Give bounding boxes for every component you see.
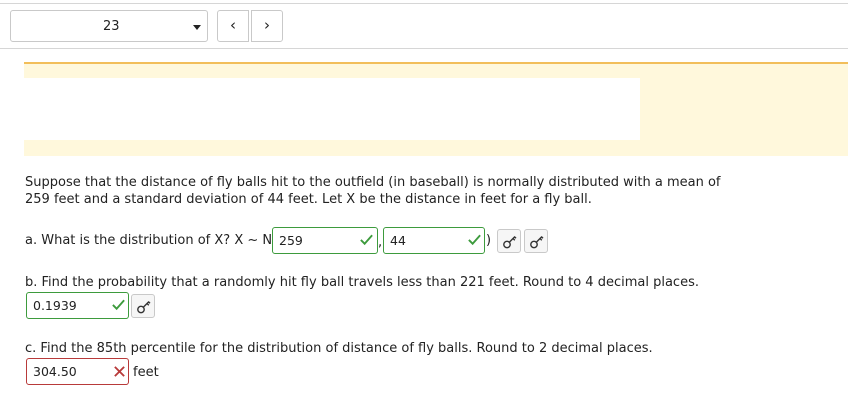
next-question-button[interactable]: › [251, 10, 283, 42]
part-c-prompt: c. Find the 85th percentile for the dist… [25, 341, 653, 356]
question-intro-line-1: Suppose that the distance of fly balls h… [25, 175, 721, 190]
question-number: 23 [103, 19, 120, 34]
part-b-prompt: b. Find the probability that a randomly … [25, 275, 699, 290]
key-button-mean[interactable] [497, 229, 521, 253]
percentile-answer-field[interactable]: 304.50 [26, 358, 129, 385]
dropdown-caret-icon [193, 25, 201, 30]
check-icon [112, 299, 125, 311]
part-a-prompt: a. What is the distribution of X? X ~ N( [25, 233, 278, 248]
percentile-answer-value: 304.50 [33, 364, 77, 379]
question-intro-line-2: 259 feet and a standard deviation of 44 … [25, 192, 592, 207]
key-icon [137, 301, 151, 314]
x-icon [114, 366, 125, 377]
mean-answer-value: 259 [279, 233, 303, 248]
sd-answer-field[interactable]: 44 [383, 227, 485, 254]
question-nav-bar: 23 ‹ › [0, 3, 848, 49]
probability-answer-value: 0.1939 [33, 298, 77, 313]
check-icon [360, 234, 373, 246]
key-button-probability[interactable] [131, 294, 155, 318]
probability-answer-field[interactable]: 0.1939 [26, 292, 129, 319]
key-icon [530, 236, 544, 249]
banner-blank-panel [24, 78, 640, 140]
mean-answer-field[interactable]: 259 [272, 227, 378, 254]
sd-answer-value: 44 [390, 233, 406, 248]
part-c-unit: feet [133, 365, 159, 380]
key-icon [503, 236, 517, 249]
question-select[interactable]: 23 [10, 10, 208, 42]
check-icon [468, 234, 481, 246]
part-a-separator: , [378, 235, 383, 250]
part-a-close-paren: ) [486, 233, 492, 248]
key-button-sd[interactable] [524, 229, 548, 253]
previous-question-button[interactable]: ‹ [217, 10, 249, 42]
